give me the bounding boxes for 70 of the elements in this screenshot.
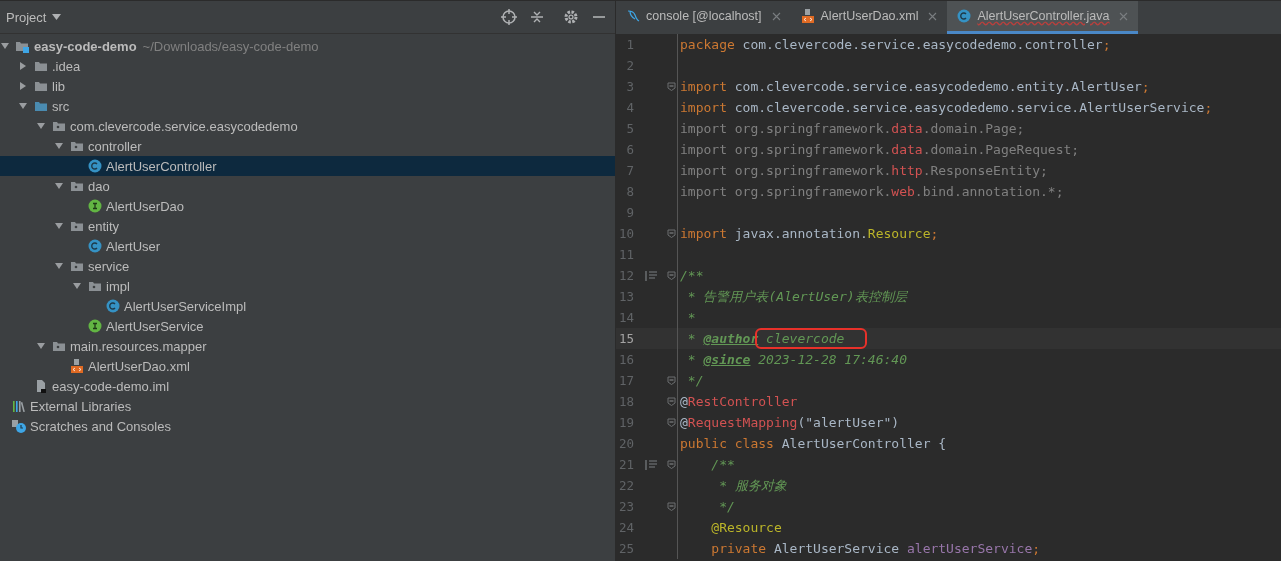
line-number: 18 [617,394,634,409]
line-number: 21 [617,457,634,472]
tree-item[interactable]: easy-code-demo ~/Downloads/easy-code-demo [0,36,615,56]
tree-item[interactable]: impl [0,276,615,296]
line-number: 12 [617,268,634,283]
code-line: import com.clevercode.service.easycodedemo.service.AlertUserService; [680,100,1213,115]
line-number: 16 [617,352,634,367]
line-number: 10 [617,226,634,241]
code-line: */ [718,499,735,514]
tree-item[interactable]: AlertUser [0,236,615,256]
code-line: /** [680,268,704,283]
project-view-dropdown[interactable]: Project [6,9,62,25]
code-line: package com.clevercode.service.easycodedemo.controller; [680,37,1111,52]
code-line: @RestController [680,394,798,409]
editor-tab[interactable]: AlertUserController.java [947,1,1139,34]
line-number: 7 [625,163,634,178]
line-number: 22 [617,478,634,493]
line-number: 17 [617,373,634,388]
code-line: * @since 2023-12-28 17:46:40 [686,352,907,367]
line-number: 19 [617,415,634,430]
line-number: 4 [625,100,634,115]
tree-item[interactable]: AlertUserService [0,316,615,336]
tree-item[interactable]: easy-code-demo.iml [0,376,615,396]
tree-item[interactable]: src [0,96,615,116]
code-line: private AlertUserService alertUserService; [710,541,1041,556]
tree-item[interactable]: service [0,256,615,276]
tree-item[interactable]: controller [0,136,615,156]
tree-item[interactable]: External Libraries [0,396,615,416]
tree-item[interactable]: Scratches and Consoles [0,416,615,436]
line-number: 8 [625,184,634,199]
editor-tab[interactable]: console [@localhost] [616,1,791,34]
tree-item[interactable]: AlertUserDao [0,196,615,216]
code-line: import org.springframework.http.ResponseEntity; [680,163,1048,178]
line-number: 9 [625,205,634,220]
code-line: /** [710,457,735,472]
code-line: @RequestMapping("alertUser") [680,415,900,430]
tree-item[interactable]: AlertUserServiceImpl [0,296,615,316]
code-line: * [686,310,696,325]
line-number: 5 [625,121,634,136]
code-line: public class AlertUserController { [680,436,947,451]
line-number: 2 [625,58,634,73]
tree-item[interactable]: lib [0,76,615,96]
line-number: 3 [625,79,634,94]
line-number: 23 [617,499,634,514]
tree-item[interactable]: AlertUserController [0,156,615,176]
tree-item[interactable]: .idea [0,56,615,76]
line-number: 24 [617,520,634,535]
line-number: 13 [617,289,634,304]
line-number: 6 [625,142,634,157]
tree-item[interactable]: main.resources.mapper [0,336,615,356]
line-number: 11 [617,247,634,262]
code-line: * 服务对象 [718,476,787,495]
tree-item[interactable]: com.clevercode.service.easycodedemo [0,116,615,136]
code-line: * 告警用户表(AlertUser)表控制层 [686,287,907,306]
line-number: 25 [617,541,634,556]
tree-item[interactable]: entity [0,216,615,236]
code-line: import com.clevercode.service.easycodedemo.entity.AlertUser; [680,79,1150,94]
tree-item[interactable]: AlertUserDao.xml [0,356,615,376]
code-line: @Resource [710,520,782,535]
line-number: 1 [625,37,634,52]
editor-tab[interactable]: AlertUserDao.xml [790,1,948,34]
code-line: import org.springframework.data.domain.PageRequest; [680,142,1080,157]
line-number: 15 [617,331,634,346]
code-line: */ [686,373,704,388]
line-number: 20 [617,436,634,451]
code-line: import javax.annotation.Resource; [680,226,939,241]
tree-item[interactable]: dao [0,176,615,196]
code-line: import org.springframework.data.domain.Page; [680,121,1025,136]
line-number: 14 [617,310,634,325]
code-line: import org.springframework.web.bind.annotation.*; [680,184,1064,199]
